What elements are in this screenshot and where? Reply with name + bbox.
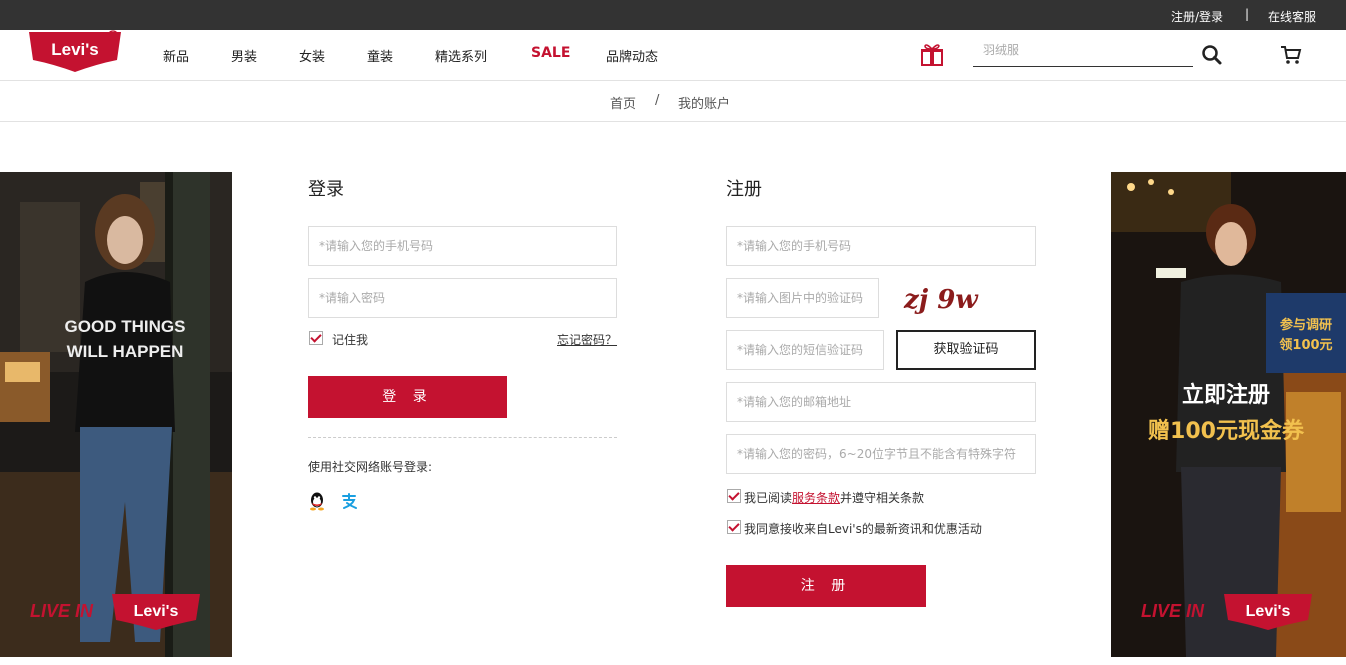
login-button[interactable]: 登 录 [308, 376, 507, 418]
register-phone-wrapper [726, 226, 1036, 266]
social-login-label: 使用社交网络账号登录: [308, 460, 433, 474]
search-box [973, 36, 1193, 67]
email-input[interactable] [727, 383, 1035, 421]
svg-text:Levi's: Levi's [1246, 603, 1291, 620]
search-input[interactable] [973, 36, 1173, 64]
register-phone-input[interactable] [727, 227, 1035, 265]
newsletter-label: 我同意接收来自Levi's的最新资讯和优惠活动 [744, 522, 982, 536]
login-password-wrapper [308, 278, 617, 318]
svg-text:LIVE IN: LIVE IN [1141, 601, 1205, 621]
newsletter-checkbox[interactable] [727, 520, 741, 534]
left-promo-banner[interactable]: GOOD THINGS WILL HAPPEN LIVE IN Levi's [0, 172, 232, 657]
email-wrapper [726, 382, 1036, 422]
svg-text:Levi's: Levi's [51, 40, 99, 59]
svg-text:LIVE IN: LIVE IN [30, 601, 94, 621]
svg-text:领100元: 领100元 [1279, 337, 1332, 353]
svg-text:赠100元现金券: 赠100元现金券 [1148, 418, 1305, 444]
svg-text:GOOD THINGS: GOOD THINGS [65, 317, 186, 336]
login-divider [308, 437, 617, 438]
breadcrumb-separator: / [655, 93, 660, 108]
breadcrumb: 首页 / 我的账户 [0, 81, 1346, 122]
svg-text:Levi's: Levi's [134, 603, 179, 620]
terms-checkbox[interactable] [727, 489, 741, 503]
svg-text:zj 9w: zj 9w [903, 285, 979, 315]
nav-brand-news[interactable]: 品牌动态 [606, 46, 658, 65]
captcha-wrapper [726, 278, 879, 318]
register-password-input[interactable] [727, 435, 1035, 473]
register-title: 注册 [726, 179, 762, 200]
nav-kids[interactable]: 童装 [367, 46, 393, 65]
topbar-separator: | [1245, 7, 1250, 21]
login-phone-wrapper [308, 226, 617, 266]
search-icon[interactable] [1201, 44, 1223, 66]
top-bar: 注册/登录 | 在线客服 [0, 0, 1346, 30]
terms-prefix: 我已阅读 [744, 491, 793, 505]
captcha-input[interactable] [727, 279, 878, 317]
login-phone-input[interactable] [309, 227, 616, 265]
terms-link[interactable]: 服务条款 [792, 491, 840, 505]
sms-code-input[interactable] [727, 331, 883, 369]
remember-me-label: 记住我 [332, 333, 369, 347]
register-password-wrapper [726, 434, 1036, 474]
forgot-password-link[interactable]: 忘记密码？ [557, 331, 617, 348]
right-promo-banner[interactable]: 参与调研 领100元 立即注册 赠100元现金券 LIVE IN Levi's [1111, 172, 1346, 657]
nav-sale[interactable]: SALE [531, 45, 570, 61]
nav-men[interactable]: 男装 [231, 46, 257, 65]
alipay-icon[interactable] [339, 491, 359, 511]
get-sms-code-button[interactable]: 获取验证码 [896, 330, 1036, 370]
nav-women[interactable]: 女装 [299, 46, 325, 65]
qq-icon[interactable] [307, 491, 327, 511]
sms-code-wrapper [726, 330, 884, 370]
register-login-link[interactable]: 注册/登录 [1171, 8, 1223, 25]
login-password-input[interactable] [309, 279, 616, 317]
breadcrumb-current: 我的账户 [678, 97, 731, 112]
cart-icon[interactable] [1280, 44, 1302, 66]
gift-icon[interactable] [920, 43, 944, 67]
breadcrumb-home[interactable]: 首页 [610, 93, 636, 112]
register-button[interactable]: 注 册 [726, 565, 926, 607]
svg-text:WILL HAPPEN: WILL HAPPEN [67, 342, 184, 361]
nav-collections[interactable]: 精选系列 [435, 46, 487, 65]
levis-logo[interactable]: Levi's [27, 30, 123, 72]
main-header: Levi's 新品 男装 女装 童装 精选系列 SALE 品牌动态 [0, 30, 1346, 81]
terms-suffix: 并遵守相关条款 [840, 491, 925, 505]
svg-text:立即注册: 立即注册 [1182, 382, 1270, 408]
terms-label: 我已阅读服务条款并遵守相关条款 [744, 489, 924, 506]
remember-me-checkbox[interactable] [309, 331, 323, 345]
captcha-image[interactable]: zj 9w [900, 280, 980, 316]
login-title: 登录 [308, 179, 344, 200]
nav-new[interactable]: 新品 [163, 46, 189, 65]
svg-text:参与调研: 参与调研 [1280, 317, 1332, 333]
customer-service-link[interactable]: 在线客服 [1268, 8, 1316, 25]
